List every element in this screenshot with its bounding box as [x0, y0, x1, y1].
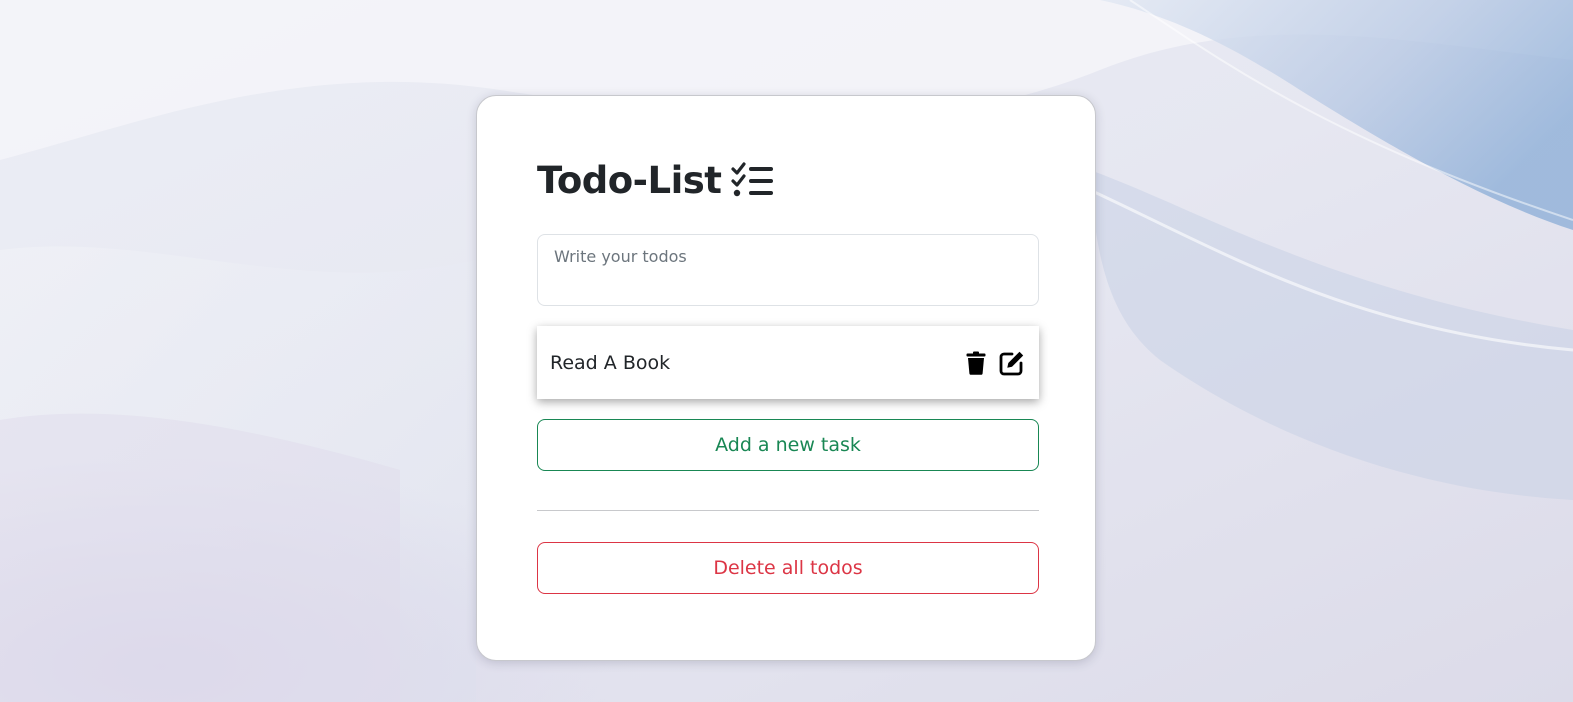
delete-all-button[interactable]: Delete all todos — [537, 542, 1039, 594]
trash-icon[interactable] — [962, 349, 990, 377]
todo-item: Read A Book — [537, 326, 1039, 399]
list-check-icon — [731, 160, 775, 200]
edit-icon[interactable] — [998, 349, 1026, 377]
todo-card: Todo-List Read A Book — [476, 95, 1096, 661]
title-text: Todo-List — [537, 158, 722, 202]
todo-input[interactable] — [537, 234, 1039, 306]
divider — [537, 510, 1039, 511]
add-task-button[interactable]: Add a new task — [537, 419, 1039, 471]
todo-item-text: Read A Book — [550, 351, 671, 374]
page-title: Todo-List — [537, 154, 775, 206]
